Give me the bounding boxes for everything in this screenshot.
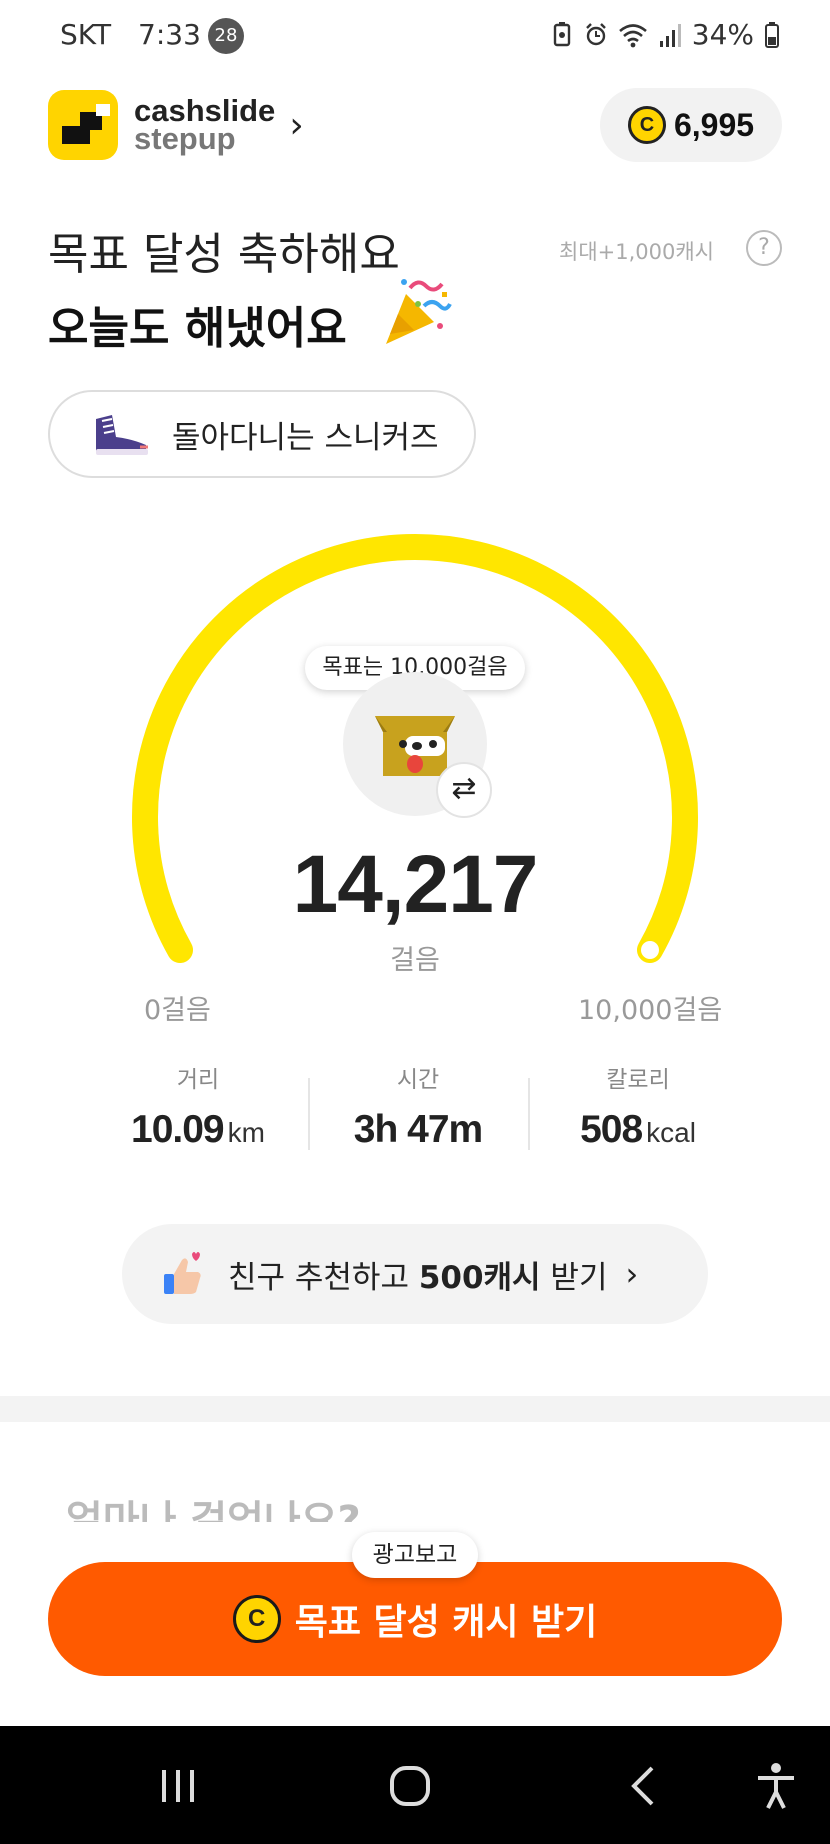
claim-reward-button[interactable]: C 목표 달성 캐시 받기: [48, 1562, 782, 1676]
coin-icon: C: [232, 1595, 281, 1643]
cash-balance: 6,995: [673, 106, 755, 143]
activity-stats: 거리 10.09 km 시간 3h 47m 칼로리 508 kcal: [88, 1060, 748, 1160]
brand-link[interactable]: cashslide stepup ›: [48, 90, 304, 160]
coin-icon: C: [627, 106, 666, 144]
carrier-label: SKT: [60, 18, 112, 51]
party-popper-icon: [386, 279, 452, 344]
thumbs-up-icon: [164, 1252, 201, 1294]
step-count: 14,217: [292, 839, 539, 930]
battery-icon: [765, 21, 779, 48]
clock: 7:33: [138, 18, 201, 51]
calorie-label: 칼로리: [606, 1067, 670, 1093]
time-label: 시간: [396, 1067, 440, 1093]
calorie-unit: kcal: [646, 1117, 696, 1148]
recents-icon[interactable]: [148, 1760, 208, 1812]
battery-percent: 34%: [691, 18, 754, 51]
time-stat: 시간 3h 47m: [308, 1060, 528, 1160]
referral-text-pre: 친구 추천하고: [228, 1259, 419, 1296]
swap-character-button[interactable]: ⇄: [436, 762, 492, 818]
battery-saver-icon: [553, 21, 570, 46]
referral-banner[interactable]: 친구 추천하고 500캐시 받기 ›: [122, 1224, 708, 1324]
status-icons: 34%: [550, 18, 780, 51]
referral-text: 친구 추천하고 500캐시 받기: [228, 1252, 607, 1297]
accessibility-icon[interactable]: [746, 1760, 806, 1812]
congrats-title: 목표 달성 축하해요: [48, 229, 400, 280]
gauge-max-label: 10,000걸음: [578, 995, 723, 1026]
claim-reward-label: 목표 달성 캐시 받기: [294, 1602, 598, 1643]
max-reward-note: 최대+1,000캐시: [559, 240, 714, 264]
ad-tooltip: 광고보고: [352, 1532, 478, 1578]
referral-text-post: 받기: [540, 1259, 608, 1296]
distance-value: 10.09: [131, 1108, 225, 1151]
home-icon[interactable]: [380, 1760, 440, 1812]
help-icon[interactable]: ?: [746, 230, 782, 266]
chevron-right-icon: ›: [625, 1255, 639, 1293]
section-divider: [0, 1396, 830, 1422]
cashslide-logo: [48, 90, 118, 160]
brand-sub: stepup: [134, 121, 236, 156]
distance-unit: km: [227, 1117, 265, 1148]
chevron-right-icon: ›: [289, 104, 304, 146]
congrats-subtitle: 오늘도 해냈어요: [48, 303, 347, 354]
distance-label: 거리: [176, 1067, 220, 1093]
system-nav-bar: [0, 1726, 830, 1844]
alarm-icon: [585, 22, 606, 45]
calorie-stat: 칼로리 508 kcal: [528, 1060, 748, 1160]
referral-reward: 500캐시: [418, 1259, 541, 1296]
signal-icon: [659, 23, 681, 47]
calorie-value: 508: [580, 1108, 643, 1151]
sneaker-selector[interactable]: 돌아다니는 스니커즈: [48, 390, 476, 478]
time-value: 3h 47m: [353, 1108, 483, 1151]
step-unit: 걸음: [390, 945, 440, 976]
status-bar: SKT 7:33 28 34%: [0, 0, 830, 72]
distance-stat: 거리 10.09 km: [88, 1060, 308, 1160]
notification-count-badge: 28: [208, 18, 244, 54]
cash-balance-button[interactable]: C 6,995: [600, 88, 782, 162]
sneaker-icon: [96, 415, 148, 455]
back-icon[interactable]: [614, 1760, 674, 1812]
section-title: 얼마나 걸었나요?: [66, 1498, 361, 1522]
sneaker-label: 돌아다니는 스니커즈: [172, 419, 439, 456]
wifi-icon: [618, 23, 647, 47]
gauge-min-label: 0걸음: [144, 995, 211, 1026]
